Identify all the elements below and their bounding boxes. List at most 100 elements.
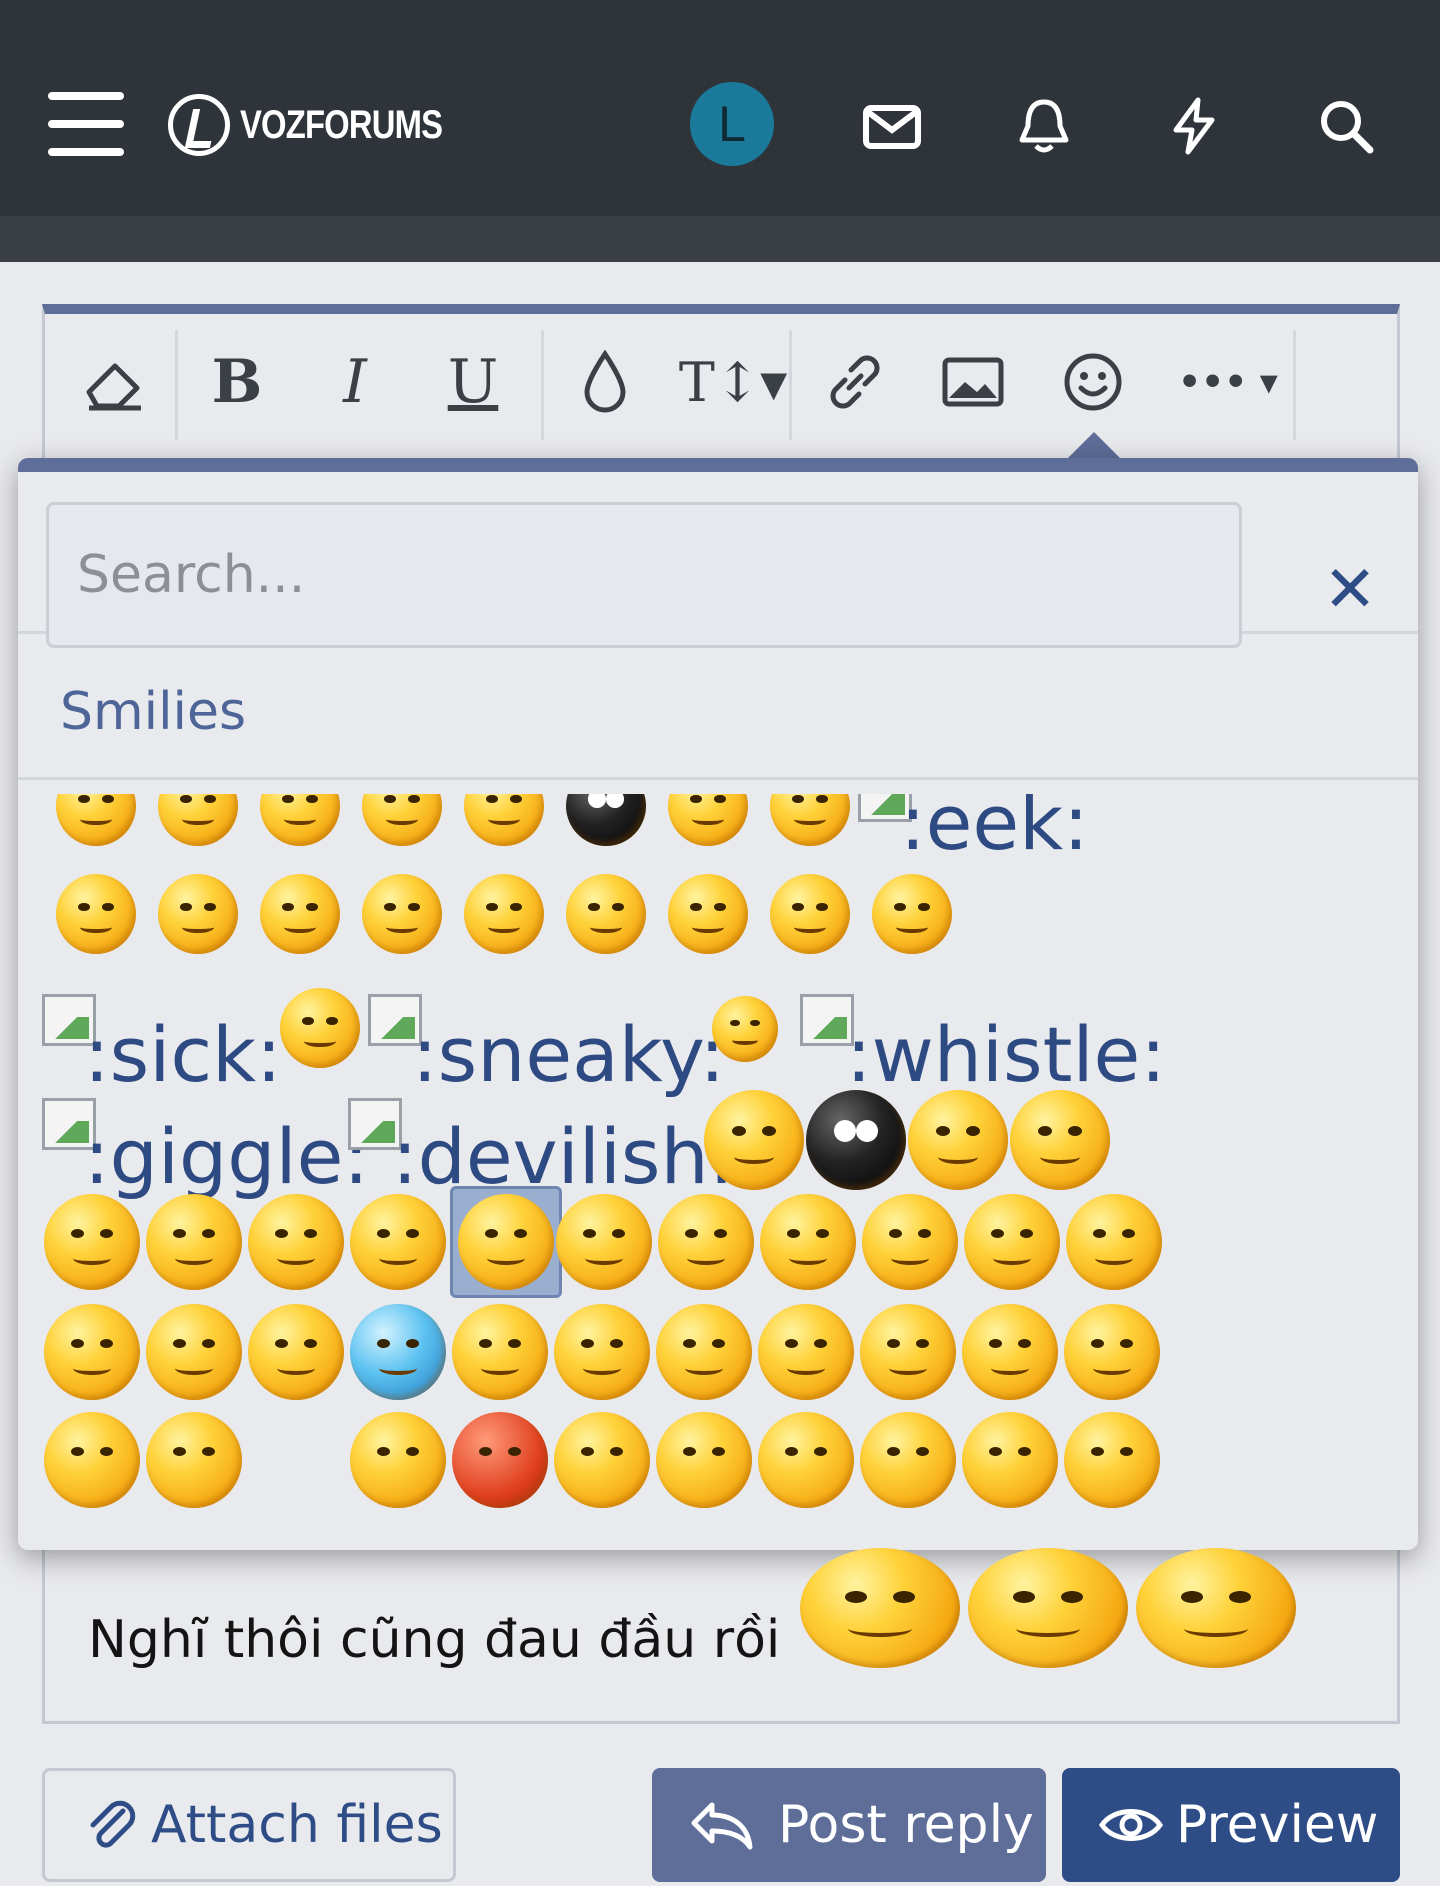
smilie-item[interactable] xyxy=(554,1304,650,1400)
smilie-item[interactable] xyxy=(452,1412,548,1508)
smilie-item[interactable] xyxy=(350,1304,446,1400)
envelope-icon[interactable] xyxy=(862,96,922,156)
smilie-item[interactable] xyxy=(962,1304,1058,1400)
smilie-item[interactable] xyxy=(806,1090,906,1190)
smilie-item[interactable] xyxy=(770,794,850,846)
lightning-icon[interactable] xyxy=(1164,96,1224,156)
italic-button[interactable]: I xyxy=(315,342,395,422)
link-icon[interactable] xyxy=(815,342,895,422)
smilie-item[interactable] xyxy=(760,1194,856,1290)
smilie-code-devilish[interactable]: :devilish: xyxy=(392,1112,734,1201)
smilie-item[interactable] xyxy=(146,1304,242,1400)
logo-text: VOZFORUMS xyxy=(240,102,443,147)
image-icon[interactable] xyxy=(933,342,1013,422)
smilie-item[interactable] xyxy=(362,874,442,954)
smilie-item[interactable] xyxy=(566,794,646,846)
post-reply-button[interactable]: Post reply xyxy=(652,1768,1046,1882)
smilie-item[interactable] xyxy=(350,1412,446,1508)
smilie-item[interactable] xyxy=(146,1412,242,1508)
smilie-item[interactable] xyxy=(44,1304,140,1400)
smilie-item[interactable] xyxy=(658,1194,754,1290)
underline-button[interactable]: U xyxy=(433,342,513,422)
smilie-item[interactable] xyxy=(362,794,442,846)
preview-button[interactable]: Preview xyxy=(1062,1768,1400,1882)
smilie-item[interactable] xyxy=(1064,1304,1160,1400)
smilie-item[interactable] xyxy=(248,1194,344,1290)
attach-files-label: Attach files xyxy=(151,1795,443,1855)
smilie-item[interactable] xyxy=(44,1194,140,1290)
smilie-code-whistle[interactable]: :whistle: xyxy=(846,1010,1166,1099)
eye-icon xyxy=(1098,1809,1164,1841)
smilie-item[interactable] xyxy=(1064,1412,1160,1508)
inserted-smilie xyxy=(800,1548,960,1668)
smilie-item[interactable] xyxy=(1066,1194,1162,1290)
search-icon[interactable] xyxy=(1316,96,1376,156)
smilie-item[interactable] xyxy=(566,874,646,954)
text-size-button[interactable]: T↕▾ xyxy=(673,342,793,422)
smilie-item[interactable] xyxy=(908,1090,1008,1190)
smilie-item[interactable] xyxy=(350,1194,446,1290)
attach-files-button[interactable]: Attach files xyxy=(42,1768,456,1882)
close-picker-button[interactable]: ✕ xyxy=(1314,554,1386,626)
logo-mark-icon xyxy=(168,94,230,156)
site-header: VOZFORUMS L xyxy=(0,0,1440,216)
smilie-item[interactable] xyxy=(260,794,340,846)
smilie-item[interactable] xyxy=(770,874,850,954)
smilie-item[interactable] xyxy=(146,1194,242,1290)
smilie-code-giggle[interactable]: :giggle: xyxy=(84,1112,369,1201)
smilie-item[interactable] xyxy=(56,794,136,846)
inserted-smilie xyxy=(968,1548,1128,1668)
site-logo[interactable]: VOZFORUMS xyxy=(168,94,487,156)
editor-toolbar: B I U T↕▾ ••• ▾ xyxy=(45,314,1397,440)
smilie-code-sick[interactable]: :sick: xyxy=(84,1010,282,1099)
smilie-code-eek[interactable]: :eek: xyxy=(900,794,1089,867)
menu-icon[interactable] xyxy=(48,92,124,156)
inserted-smilie xyxy=(1136,1548,1296,1668)
smilie-item[interactable] xyxy=(260,874,340,954)
reply-arrow-icon xyxy=(691,1802,753,1850)
smilie-item[interactable] xyxy=(452,1304,548,1400)
smilie-item[interactable] xyxy=(56,874,136,954)
bold-button[interactable]: B xyxy=(197,342,277,422)
editor-text: Nghĩ thôi cũng đau đầu rồi xyxy=(88,1610,780,1670)
smilie-item[interactable] xyxy=(44,1412,140,1508)
smilie-item[interactable] xyxy=(862,1194,958,1290)
smilie-search-input[interactable]: Search... xyxy=(46,502,1242,648)
post-reply-label: Post reply xyxy=(778,1795,1034,1855)
smilie-item[interactable] xyxy=(656,1304,752,1400)
eraser-icon[interactable] xyxy=(75,342,155,422)
smilie-item[interactable] xyxy=(668,874,748,954)
color-drop-icon[interactable] xyxy=(565,342,645,422)
smilie-item[interactable] xyxy=(656,1412,752,1508)
popup-pointer xyxy=(1068,432,1120,458)
more-options-button[interactable]: ••• ▾ xyxy=(1163,342,1293,422)
smiley-icon[interactable] xyxy=(1053,342,1133,422)
smilies-section-header: Smilies xyxy=(18,634,1418,780)
smilie-item[interactable] xyxy=(712,996,778,1062)
smilie-item[interactable] xyxy=(668,794,748,846)
smilie-item[interactable] xyxy=(158,794,238,846)
smilie-item[interactable] xyxy=(464,794,544,846)
smilie-grid: :eek: :sick: :sneaky: :whistle: :giggle:… xyxy=(18,794,1418,1550)
smilie-item-selected[interactable] xyxy=(458,1194,554,1290)
smilie-item[interactable] xyxy=(758,1412,854,1508)
user-avatar[interactable]: L xyxy=(690,82,774,166)
smilie-item[interactable] xyxy=(860,1304,956,1400)
smilie-item[interactable] xyxy=(158,874,238,954)
message-text: Nghĩ thôi cũng đau đầu rồi xyxy=(88,1610,781,1670)
bell-icon[interactable] xyxy=(1014,96,1074,156)
smilie-item[interactable] xyxy=(1010,1090,1110,1190)
smilie-item[interactable] xyxy=(860,1412,956,1508)
smilie-item[interactable] xyxy=(464,874,544,954)
smilie-item[interactable] xyxy=(964,1194,1060,1290)
smilie-code-sneaky[interactable]: :sneaky: xyxy=(412,1010,725,1099)
smilie-item[interactable] xyxy=(556,1194,652,1290)
smilie-item[interactable] xyxy=(554,1412,650,1508)
smilie-item[interactable] xyxy=(280,988,360,1068)
popup-accent-bar xyxy=(18,458,1418,472)
smilie-item[interactable] xyxy=(704,1090,804,1190)
smilie-item[interactable] xyxy=(248,1304,344,1400)
smilie-item[interactable] xyxy=(872,874,952,954)
smilie-item[interactable] xyxy=(962,1412,1058,1508)
smilie-item[interactable] xyxy=(758,1304,854,1400)
